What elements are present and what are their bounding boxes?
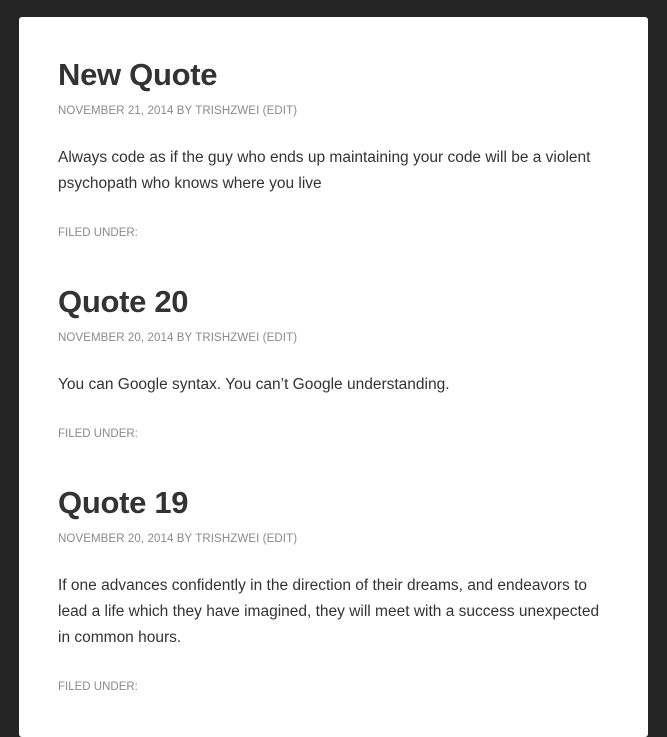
- site-container: New Quote NOVEMBER 21, 2014 BY TRISHZWEI…: [19, 17, 648, 737]
- post-byline: BY: [176, 533, 193, 545]
- post-byline: BY: [176, 105, 193, 117]
- post-entry: Quote 20 NOVEMBER 20, 2014 BY TRISHZWEI …: [58, 284, 618, 442]
- post-content: Always code as if the guy who ends up ma…: [58, 149, 591, 192]
- post-filed-under: FILED UNDER:: [58, 681, 138, 693]
- post-title: Quote 20: [58, 284, 618, 320]
- post-author-link[interactable]: TRISHZWEI: [195, 533, 259, 545]
- post-date: NOVEMBER 20, 2014: [58, 533, 174, 545]
- post-filed-under: FILED UNDER:: [58, 428, 138, 440]
- post-entry: Quote 19 NOVEMBER 20, 2014 BY TRISHZWEI …: [58, 485, 618, 695]
- post-entry: New Quote NOVEMBER 21, 2014 BY TRISHZWEI…: [58, 57, 618, 241]
- post-content: You can Google syntax. You can’t Google …: [58, 376, 450, 393]
- post-date: NOVEMBER 20, 2014: [58, 332, 174, 344]
- post-edit-link[interactable]: (EDIT): [263, 332, 297, 344]
- post-title: Quote 19: [58, 485, 618, 521]
- post-content: If one advances confidently in the direc…: [58, 577, 600, 646]
- post-date: NOVEMBER 21, 2014: [58, 105, 174, 117]
- post-filed-under: FILED UNDER:: [58, 227, 138, 239]
- post-byline: BY: [176, 332, 193, 344]
- post-author-link[interactable]: TRISHZWEI: [195, 105, 259, 117]
- post-title-link[interactable]: Quote 19: [58, 485, 189, 520]
- post-author-link[interactable]: TRISHZWEI: [195, 332, 259, 344]
- post-edit-link[interactable]: (EDIT): [263, 533, 297, 545]
- post-edit-link[interactable]: (EDIT): [263, 105, 297, 117]
- post-meta: NOVEMBER 21, 2014 BY TRISHZWEI (EDIT): [58, 103, 618, 119]
- post-meta: NOVEMBER 20, 2014 BY TRISHZWEI (EDIT): [58, 531, 618, 547]
- post-title-link[interactable]: New Quote: [58, 57, 218, 92]
- post-title: New Quote: [58, 57, 618, 93]
- post-meta: NOVEMBER 20, 2014 BY TRISHZWEI (EDIT): [58, 330, 618, 346]
- post-title-link[interactable]: Quote 20: [58, 284, 189, 319]
